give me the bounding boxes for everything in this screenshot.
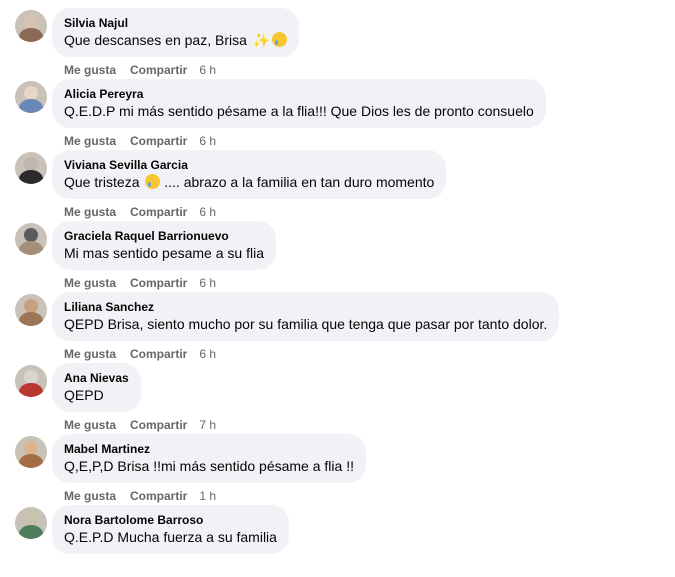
comment-actions: Me gusta Compartir 6 h [64,347,216,361]
comment-author[interactable]: Viviana Sevilla Garcia [64,157,434,173]
comment-actions: Me gusta Compartir 7 h [64,418,216,432]
avatar-body [19,312,43,326]
share-button[interactable]: Compartir [130,63,187,77]
comment-timestamp[interactable]: 6 h [199,63,216,77]
comment-bubble: Alicia Pereyra Q.E.D.P mi más sentido pé… [52,79,546,128]
comment-text: QEPD [64,387,104,403]
share-button[interactable]: Compartir [130,347,187,361]
avatar-head [24,228,38,242]
comment-text: Q.E.P.D Mucha fuerza a su familia [64,529,277,545]
share-button[interactable]: Compartir [130,276,187,290]
share-button[interactable]: Compartir [130,134,187,148]
comment-text-continuation: .... abrazo a la familia en tan duro mom… [164,174,435,190]
avatar-head [24,15,38,29]
comment-bubble: Silvia Najul Que descanses en paz, Brisa… [52,8,300,57]
avatar-body [19,241,43,255]
share-button[interactable]: Compartir [130,205,187,219]
comment-item: Nora Bartolome Barroso Q.E.P.D Mucha fue… [0,505,675,577]
sparkles-icon: ✨ [252,32,271,48]
crying-face-icon [145,174,161,189]
like-button[interactable]: Me gusta [64,418,116,432]
like-button[interactable]: Me gusta [64,276,116,290]
avatar[interactable] [15,365,47,397]
comment-bubble: Nora Bartolome Barroso Q.E.P.D Mucha fue… [52,505,289,554]
like-button[interactable]: Me gusta [64,347,116,361]
avatar-body [19,170,43,184]
comment-timestamp[interactable]: 6 h [199,347,216,361]
comment-actions: Me gusta Compartir 6 h [64,134,216,148]
comment-author[interactable]: Alicia Pereyra [64,86,534,102]
previous-comment-actions-cutoff [0,0,675,5]
comment-author[interactable]: Ana Nievas [64,370,129,386]
comment-item: Liliana Sanchez QEPD Brisa, siento mucho… [0,292,675,364]
share-button[interactable]: Compartir [130,489,187,503]
comment-bubble: Liliana Sanchez QEPD Brisa, siento mucho… [52,292,560,341]
comment-text: QEPD Brisa, siento mucho por su familia … [64,316,548,332]
comment-text: Mi mas sentido pesame a su flia [64,245,264,261]
comment-timestamp[interactable]: 6 h [199,205,216,219]
comment-actions: Me gusta Compartir 6 h [64,63,216,77]
comment-author[interactable]: Graciela Raquel Barrionuevo [64,228,264,244]
comment-item: Ana Nievas QEPD Me gusta Compartir 7 h [0,363,675,435]
comment-author[interactable]: Mabel Martinez [64,441,354,457]
avatar[interactable] [15,507,47,539]
comment-bubble: Viviana Sevilla Garcia Que tristeza ....… [52,150,447,199]
comment-text-content: Que tristeza [64,174,140,190]
avatar-head [24,299,38,313]
comment-text: Q,E,P,D Brisa !!mi más sentido pésame a … [64,458,354,474]
comment-item: Graciela Raquel Barrionuevo Mi mas senti… [0,221,675,293]
comment-bubble: Graciela Raquel Barrionuevo Mi mas senti… [52,221,276,270]
comment-actions: Me gusta Compartir 1 h [64,489,216,503]
comment-bubble: Mabel Martinez Q,E,P,D Brisa !!mi más se… [52,434,366,483]
avatar[interactable] [15,152,47,184]
comment-item: Silvia Najul Que descanses en paz, Brisa… [0,8,675,80]
comment-item: Alicia Pereyra Q.E.D.P mi más sentido pé… [0,79,675,151]
like-button[interactable]: Me gusta [64,205,116,219]
comment-author[interactable]: Nora Bartolome Barroso [64,512,277,528]
comment-author[interactable]: Liliana Sanchez [64,299,547,315]
like-button[interactable]: Me gusta [64,63,116,77]
avatar[interactable] [15,223,47,255]
avatar-body [19,383,43,397]
comment-text: Que descanses en paz, Brisa ✨ [64,31,288,49]
avatar-body [19,99,43,113]
comment-author[interactable]: Silvia Najul [64,15,287,31]
avatar-body [19,525,43,539]
comment-timestamp[interactable]: 7 h [199,418,216,432]
comment-text: Q.E.D.P mi más sentido pésame a la flia!… [64,103,534,119]
like-button[interactable]: Me gusta [64,134,116,148]
avatar[interactable] [15,294,47,326]
comment-actions: Me gusta Compartir 6 h [64,276,216,290]
avatar[interactable] [15,436,47,468]
share-button[interactable]: Compartir [130,418,187,432]
comment-timestamp[interactable]: 6 h [199,134,216,148]
avatar[interactable] [15,81,47,113]
avatar-head [24,512,38,526]
avatar-body [19,454,43,468]
comment-timestamp[interactable]: 1 h [199,489,216,503]
comment-item: Mabel Martinez Q,E,P,D Brisa !!mi más se… [0,434,675,506]
avatar[interactable] [15,10,47,42]
like-button[interactable]: Me gusta [64,489,116,503]
comment-timestamp[interactable]: 6 h [199,276,216,290]
avatar-body [19,28,43,42]
avatar-head [24,441,38,455]
comment-actions: Me gusta Compartir 6 h [64,205,216,219]
comment-text-content: Que descanses en paz, Brisa [64,32,247,48]
avatar-head [24,86,38,100]
avatar-head [24,157,38,171]
comment-text: Que tristeza .... abrazo a la familia en… [64,173,434,191]
comment-item: Viviana Sevilla Garcia Que tristeza ....… [0,150,675,222]
avatar-head [24,370,38,384]
sleepy-face-icon [272,32,288,47]
comment-bubble: Ana Nievas QEPD [52,363,141,412]
